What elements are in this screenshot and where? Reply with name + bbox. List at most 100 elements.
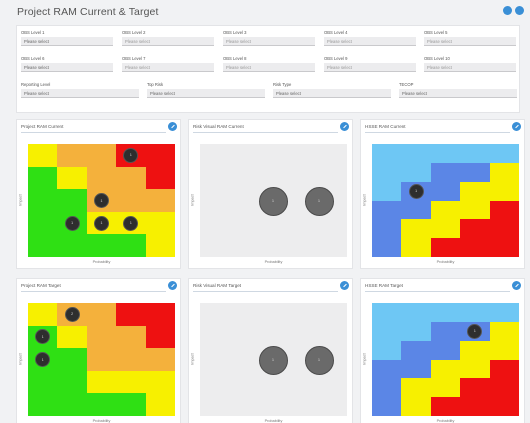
matrix-cell[interactable] (430, 340, 461, 360)
matrix-cell[interactable] (57, 234, 88, 258)
matrix-cell[interactable] (28, 393, 58, 417)
matrix-cell[interactable] (116, 348, 147, 372)
risk-bubble[interactable]: 1 (123, 215, 139, 231)
refresh-icon[interactable] (503, 6, 512, 15)
matrix-cell[interactable] (460, 219, 491, 239)
matrix-cell[interactable] (145, 211, 176, 235)
matrix-cell[interactable] (430, 321, 461, 342)
matrix-cell[interactable] (116, 303, 147, 327)
matrix-cell[interactable] (489, 397, 520, 417)
filter-select[interactable]: Please select (21, 63, 113, 72)
matrix-cell[interactable] (28, 370, 58, 394)
matrix-cell[interactable] (372, 397, 402, 417)
matrix-cell[interactable] (460, 181, 491, 201)
matrix-cell[interactable] (145, 393, 176, 417)
risk-bubble[interactable]: 1 (64, 215, 80, 231)
matrix-cell[interactable] (116, 234, 147, 258)
matrix-cell[interactable] (372, 144, 402, 164)
matrix-cell[interactable] (28, 303, 58, 327)
matrix-cell[interactable] (86, 370, 117, 394)
matrix-cell[interactable] (28, 234, 58, 258)
expand-icon[interactable] (512, 122, 521, 131)
matrix-cell[interactable] (86, 348, 117, 372)
risk-bubble[interactable]: 1 (94, 193, 109, 208)
matrix-cell[interactable] (460, 162, 491, 183)
filter-select[interactable]: Please select (324, 37, 416, 46)
matrix-cell[interactable] (86, 234, 117, 258)
filter-select[interactable]: Please select (424, 63, 516, 72)
risk-bubble[interactable]: 1 (258, 345, 288, 375)
matrix-cell[interactable] (145, 325, 176, 349)
matrix-cell[interactable] (430, 378, 461, 398)
matrix-cell[interactable] (460, 359, 491, 379)
matrix-cell[interactable] (430, 238, 461, 258)
matrix-cell[interactable] (372, 200, 402, 220)
filter-select[interactable]: Please select (122, 37, 214, 46)
matrix-cell[interactable] (401, 200, 432, 220)
matrix-cell[interactable] (145, 303, 176, 327)
matrix-cell[interactable] (86, 303, 117, 327)
matrix-cell[interactable] (401, 219, 432, 239)
matrix-cell[interactable] (460, 303, 491, 323)
matrix-cell[interactable] (372, 340, 402, 360)
matrix-cell[interactable] (372, 238, 402, 258)
matrix-cell[interactable] (116, 166, 147, 190)
matrix-cell[interactable] (86, 144, 117, 168)
matrix-cell[interactable] (372, 219, 402, 239)
matrix-cell[interactable] (430, 397, 461, 417)
matrix-cell[interactable] (372, 321, 402, 342)
matrix-cell[interactable] (489, 181, 520, 201)
risk-bubble[interactable]: 1 (94, 215, 109, 231)
matrix-cell[interactable] (489, 321, 520, 342)
matrix-cell[interactable] (145, 189, 176, 213)
matrix-cell[interactable] (57, 144, 88, 168)
matrix-cell[interactable] (145, 348, 176, 372)
matrix-cell[interactable] (430, 359, 461, 379)
matrix-cell[interactable] (145, 370, 176, 394)
matrix-cell[interactable] (430, 303, 461, 323)
matrix-cell[interactable] (489, 378, 520, 398)
matrix-cell[interactable] (430, 162, 461, 183)
matrix-cell[interactable] (401, 144, 432, 164)
matrix-cell[interactable] (489, 359, 520, 379)
matrix-cell[interactable] (460, 340, 491, 360)
matrix-cell[interactable] (460, 238, 491, 258)
expand-icon[interactable] (168, 281, 177, 290)
filter-select[interactable]: Please select (223, 37, 315, 46)
matrix-cell[interactable] (28, 144, 58, 168)
matrix-cell[interactable] (372, 181, 402, 201)
matrix-cell[interactable] (57, 348, 88, 372)
matrix-cell[interactable] (489, 219, 520, 239)
matrix-cell[interactable] (28, 211, 58, 235)
expand-icon[interactable] (512, 281, 521, 290)
matrix-cell[interactable] (116, 189, 147, 213)
matrix-cell[interactable] (430, 200, 461, 220)
matrix-cell[interactable] (401, 378, 432, 398)
matrix-cell[interactable] (489, 238, 520, 258)
matrix-cell[interactable] (489, 303, 520, 323)
matrix-cell[interactable] (145, 166, 176, 190)
matrix-cell[interactable] (401, 397, 432, 417)
risk-bubble[interactable]: 1 (258, 186, 288, 216)
matrix-cell[interactable] (489, 340, 520, 360)
risk-bubble[interactable]: 2 (64, 306, 80, 322)
matrix-cell[interactable] (401, 321, 432, 342)
filter-select[interactable]: Please select (21, 37, 113, 46)
filter-select[interactable]: Please select (273, 89, 391, 98)
matrix-cell[interactable] (372, 303, 402, 323)
matrix-cell[interactable] (430, 144, 461, 164)
risk-bubble[interactable]: 1 (304, 345, 334, 375)
matrix-cell[interactable] (57, 189, 88, 213)
matrix-cell[interactable] (86, 325, 117, 349)
matrix-cell[interactable] (28, 166, 58, 190)
matrix-cell[interactable] (372, 359, 402, 379)
matrix-cell[interactable] (57, 393, 88, 417)
expand-icon[interactable] (168, 122, 177, 131)
filter-select[interactable]: Please select (21, 89, 139, 98)
matrix-cell[interactable] (401, 303, 432, 323)
expand-icon[interactable] (340, 122, 349, 131)
matrix-cell[interactable] (489, 200, 520, 220)
filter-select[interactable]: Please select (147, 89, 265, 98)
matrix-cell[interactable] (86, 393, 117, 417)
matrix-cell[interactable] (489, 162, 520, 183)
